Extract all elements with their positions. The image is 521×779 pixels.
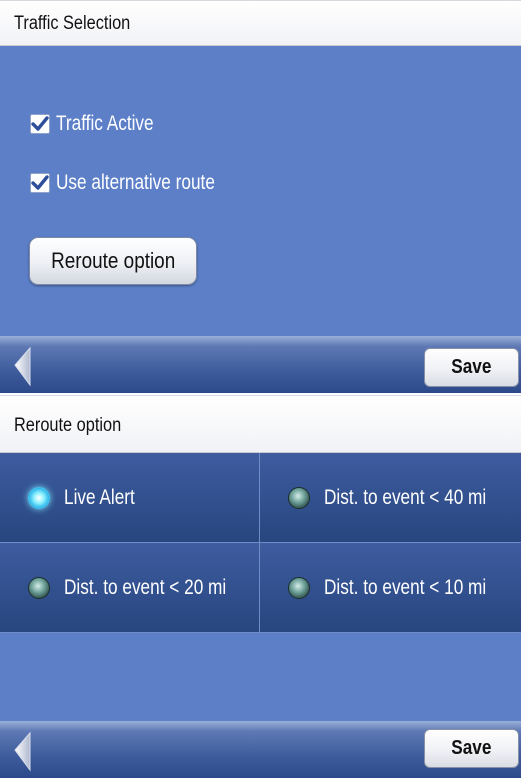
checkmark-icon [31, 116, 49, 131]
save-button-label: Save [451, 356, 492, 378]
option-label: Dist. to event < 40 mi [324, 485, 487, 509]
reroute-option-button-label: Reroute option [50, 248, 176, 273]
use-alternative-route-checkbox[interactable]: Use alternative route [30, 168, 250, 198]
radio-icon [28, 576, 50, 599]
traffic-settings-area: Traffic Active Use alternative route Rer… [0, 46, 521, 336]
option-dist-10[interactable]: Dist. to event < 10 mi [260, 543, 521, 633]
save-button[interactable]: Save [424, 729, 519, 768]
reroute-option-panel: Reroute option Live Alert Dist. to event… [0, 395, 521, 778]
reroute-options-grid: Live Alert Dist. to event < 40 mi Dist. … [0, 453, 521, 721]
traffic-active-checkbox[interactable]: Traffic Active [30, 109, 175, 139]
traffic-selection-panel: Traffic Selection Traffic Active Use alt… [0, 0, 521, 393]
bottom-toolbar: Save [0, 336, 521, 393]
radio-icon [288, 486, 310, 509]
option-label: Dist. to event < 10 mi [324, 575, 487, 599]
option-label: Dist. to event < 20 mi [64, 575, 227, 599]
page-title: Reroute option [14, 415, 122, 436]
back-arrow-icon [14, 346, 31, 387]
reroute-option-button[interactable]: Reroute option [29, 237, 197, 285]
checkbox-box[interactable] [30, 173, 50, 193]
checkbox-label: Use alternative route [56, 171, 215, 194]
traffic-selection-header: Traffic Selection [0, 0, 521, 46]
checkmark-icon [31, 175, 49, 190]
back-arrow-icon [14, 731, 31, 772]
save-button[interactable]: Save [424, 348, 519, 387]
option-dist-40[interactable]: Dist. to event < 40 mi [260, 453, 521, 543]
bottom-toolbar: Save [0, 721, 521, 778]
reroute-option-header: Reroute option [0, 395, 521, 453]
option-label: Live Alert [64, 485, 135, 509]
page-title: Traffic Selection [14, 13, 131, 34]
checkbox-box[interactable] [30, 114, 50, 134]
radio-selected-icon [28, 486, 50, 509]
back-button[interactable] [10, 730, 38, 774]
option-dist-20[interactable]: Dist. to event < 20 mi [0, 543, 260, 633]
checkbox-label: Traffic Active [56, 112, 154, 135]
option-live-alert[interactable]: Live Alert [0, 453, 260, 543]
save-button-label: Save [451, 737, 492, 759]
back-button[interactable] [10, 345, 38, 389]
radio-icon [288, 576, 310, 599]
